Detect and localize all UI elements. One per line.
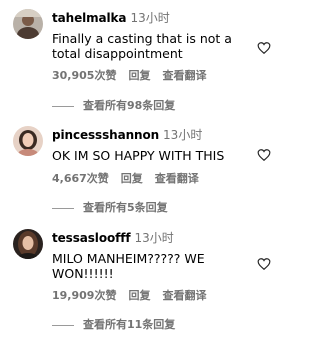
- heart-icon[interactable]: [257, 40, 271, 55]
- timestamp: 13小时: [134, 231, 174, 245]
- timestamp: 13小时: [130, 11, 170, 25]
- view-replies-label: 查看所有98条回复: [83, 99, 176, 112]
- comment-actions: 30,905次赞 回复 查看翻译: [52, 69, 206, 83]
- username[interactable]: tessasloofff: [52, 231, 131, 245]
- avatar[interactable]: [13, 126, 43, 156]
- like-count[interactable]: 30,905次赞: [52, 69, 116, 82]
- username[interactable]: pincessshannon: [52, 128, 159, 142]
- view-replies-button[interactable]: 查看所有5条回复: [52, 201, 168, 215]
- comment-header: pincessshannon 13小时: [52, 128, 202, 142]
- translate-button[interactable]: 查看翻译: [162, 69, 206, 82]
- divider: [52, 207, 74, 209]
- heart-icon[interactable]: [257, 147, 271, 162]
- like-count[interactable]: 19,909次赞: [52, 289, 116, 302]
- comment-text: MILO MANHEIM????? WE WON!!!!!!: [52, 251, 205, 281]
- view-replies-button[interactable]: 查看所有98条回复: [52, 99, 175, 113]
- timestamp: 13小时: [163, 128, 203, 142]
- like-count[interactable]: 4,667次赞: [52, 172, 109, 185]
- username[interactable]: tahelmalka: [52, 11, 127, 25]
- view-replies-label: 查看所有5条回复: [83, 201, 168, 214]
- comment-header: tahelmalka 13小时: [52, 11, 170, 25]
- comment-text: OK IM SO HAPPY WITH THIS: [52, 148, 225, 163]
- comment-actions: 4,667次赞 回复 查看翻译: [52, 172, 199, 186]
- translate-button[interactable]: 查看翻译: [162, 289, 206, 302]
- reply-button[interactable]: 回复: [128, 69, 150, 82]
- comment-header: tessasloofff 13小时: [52, 231, 174, 245]
- reply-button[interactable]: 回复: [128, 289, 150, 302]
- view-replies-button[interactable]: 查看所有11条回复: [52, 318, 175, 332]
- divider: [52, 105, 74, 107]
- view-replies-label: 查看所有11条回复: [83, 318, 176, 331]
- heart-icon[interactable]: [257, 256, 271, 271]
- avatar[interactable]: [13, 9, 43, 39]
- divider: [52, 324, 74, 326]
- reply-button[interactable]: 回复: [121, 172, 143, 185]
- translate-button[interactable]: 查看翻译: [155, 172, 199, 185]
- comment-text: Finally a casting that is not a total di…: [52, 31, 232, 61]
- avatar[interactable]: [13, 229, 43, 259]
- comment-actions: 19,909次赞 回复 查看翻译: [52, 289, 206, 303]
